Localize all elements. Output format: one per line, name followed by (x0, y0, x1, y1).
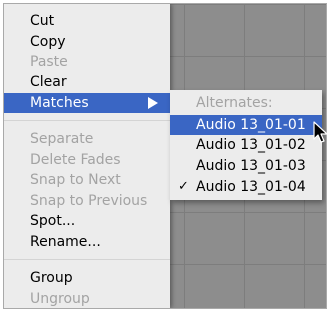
triangle-right-icon (148, 97, 158, 109)
mouse-pointer-icon (313, 121, 328, 143)
menu-item-delete-fades: Delete Fades (30, 152, 121, 168)
submenu-item-audio-13-01-04[interactable]: ✓ Audio 13_01-04 (170, 177, 322, 197)
submenu-item-audio-13-01-03[interactable]: Audio 13_01-03 (170, 156, 322, 176)
submenu-header-alternates: Alternates: (196, 95, 273, 111)
menu-item-snap-to-previous: Snap to Previous (30, 193, 148, 209)
menu-item-separate: Separate (30, 131, 94, 147)
menu-item-group[interactable]: Group (4, 268, 170, 288)
screenshot-frame: Cut Copy Paste Clear Matches Separate De… (3, 3, 327, 309)
menu-item-copy[interactable]: Copy (4, 32, 170, 52)
menu-item-snap-to-next: Snap to Next (30, 172, 121, 188)
menu-item-clear[interactable]: Clear (4, 72, 170, 92)
menu-item-cut[interactable]: Cut (4, 11, 170, 31)
checkmark-icon: ✓ (178, 179, 189, 194)
menu-item-rename[interactable]: Rename... (4, 232, 170, 252)
menu-item-matches-label: Matches (30, 95, 89, 111)
menu-separator (4, 259, 170, 260)
submenu-item-audio-13-01-01[interactable]: Audio 13_01-01 (170, 115, 322, 135)
menu-separator (4, 120, 170, 121)
menu-item-paste: Paste (30, 54, 68, 70)
submenu-item-label: Audio 13_01-04 (196, 179, 306, 195)
menu-item-matches[interactable]: Matches (4, 93, 170, 113)
submenu-item-audio-13-01-02[interactable]: Audio 13_01-02 (170, 135, 322, 155)
menu-item-spot[interactable]: Spot... (4, 211, 170, 231)
context-menu: Cut Copy Paste Clear Matches Separate De… (4, 4, 170, 308)
menu-item-ungroup: Ungroup (30, 291, 90, 307)
matches-submenu: Alternates: Audio 13_01-01 Audio 13_01-0… (170, 90, 322, 200)
